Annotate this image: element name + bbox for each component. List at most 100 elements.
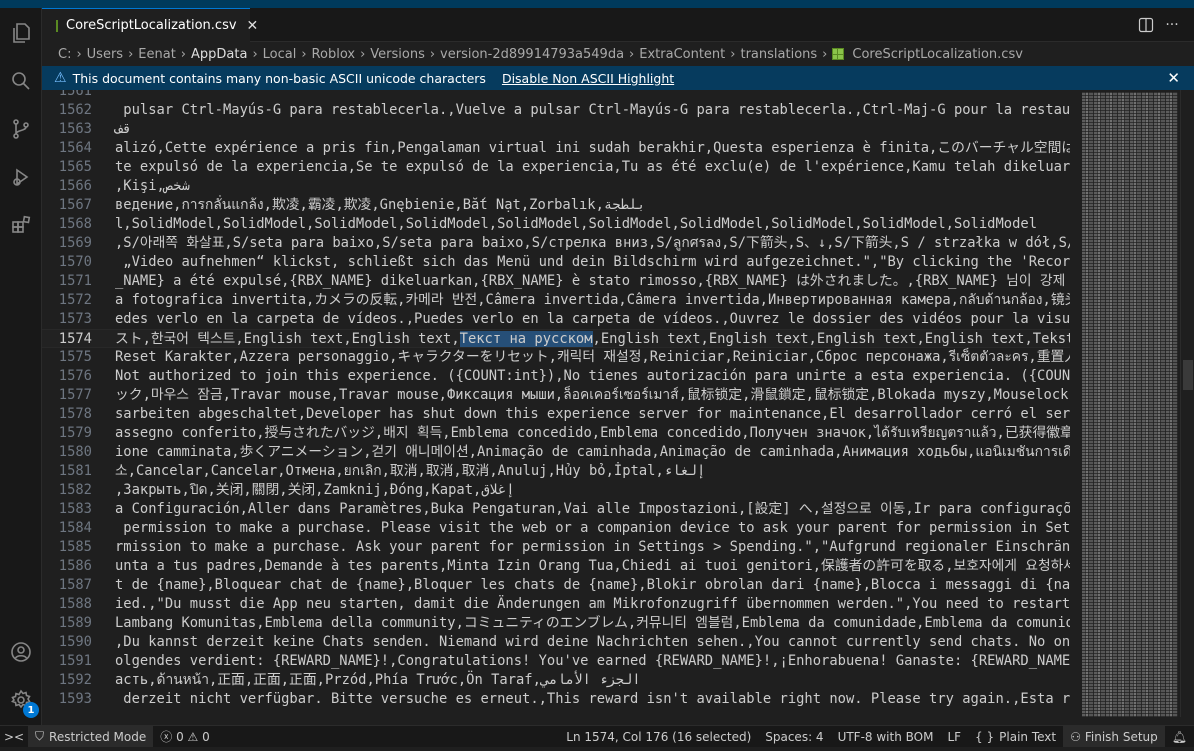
restricted-mode-label: Restricted Mode bbox=[49, 729, 147, 744]
csv-file-icon bbox=[56, 19, 58, 32]
problems-button[interactable]: ⓧ 0 ⚠ 0 bbox=[153, 726, 217, 748]
line-number: 1589 bbox=[58, 615, 92, 631]
line-number: 1591 bbox=[58, 653, 92, 669]
editor-text-area[interactable]: 1561 1562 pulsar Ctrl-Mayús-G para restab… bbox=[42, 90, 1070, 717]
disable-non-ascii-highlight-link[interactable]: Disable Non ASCII Highlight bbox=[502, 71, 674, 86]
shield-icon: ⛉ bbox=[35, 729, 45, 743]
code-line[interactable]: 1584 permission to make a purchase. Plea… bbox=[42, 519, 1070, 538]
code-line[interactable]: 1586 unta a tus padres,Demande à tes pare… bbox=[42, 557, 1070, 576]
settings-gear-icon[interactable]: 1 bbox=[5, 684, 39, 718]
line-text: olgendes verdient: {REWARD_NAME}!,Congra… bbox=[115, 653, 1070, 669]
code-line[interactable]: 1576 Not authorized to join this experien… bbox=[42, 367, 1070, 386]
code-line[interactable]: 1573 edes verlo en la carpeta de vídeos.,… bbox=[42, 310, 1070, 329]
restricted-mode-button[interactable]: ⛉ Restricted Mode bbox=[28, 725, 154, 748]
code-line[interactable]: 1589 Lambang Komunitas,Emblema della comm… bbox=[42, 614, 1070, 633]
code-line[interactable]: 1568 l,SolidModel,SolidModel,SolidModel,S… bbox=[42, 215, 1070, 234]
scrollbar-thumb[interactable] bbox=[1183, 360, 1193, 390]
breadcrumb-item[interactable]: Eenat bbox=[138, 47, 176, 62]
breadcrumb-item[interactable]: Local bbox=[263, 47, 297, 62]
tab-corescriptlocalization[interactable]: CoreScriptLocalization.csv ✕ bbox=[42, 8, 258, 42]
breadcrumb-item[interactable]: Users bbox=[87, 47, 123, 62]
warning-icon: ⚠ bbox=[187, 729, 199, 744]
line-text: ione camminata,歩くアニメーション,걷기 애니메이션,Animaç… bbox=[115, 444, 1070, 460]
line-number: 1570 bbox=[58, 254, 92, 270]
code-line[interactable]: 1566 ,Kişi,شخص bbox=[42, 177, 1070, 196]
encoding[interactable]: UTF-8 with BOM bbox=[831, 726, 941, 748]
code-line[interactable]: 1577 ック,마우스 잠금,Travar mouse,Travar mouse,… bbox=[42, 386, 1070, 405]
code-line[interactable]: 1579 assegno conferito,授与されたバッジ,배지 획득,Emb… bbox=[42, 424, 1070, 443]
code-line[interactable]: 1590 ,Du kannst derzeit keine Chats sende… bbox=[42, 633, 1070, 652]
code-line[interactable]: 1578 sarbeiten abgeschaltet,Developer has… bbox=[42, 405, 1070, 424]
indentation[interactable]: Spaces: 4 bbox=[758, 726, 830, 748]
window-bottom-edge bbox=[0, 747, 1194, 751]
code-line[interactable]: 1582 ,Закрыть,ปิด,关闭,關閉,关闭,Zamknij,Đóng,K… bbox=[42, 481, 1070, 500]
chevron-right-icon: › bbox=[76, 46, 82, 62]
extensions-icon[interactable] bbox=[5, 209, 37, 241]
code-line[interactable]: 1570 „Video aufnehmen“ klickst, schließt… bbox=[42, 253, 1070, 272]
cursor-position[interactable]: Ln 1574, Col 176 (16 selected) bbox=[559, 726, 758, 748]
line-text: te expulsó de la experiencia,Se te expul… bbox=[115, 159, 1070, 175]
finish-setup-button[interactable]: ⚇ Finish Setup bbox=[1063, 725, 1165, 748]
search-icon[interactable] bbox=[5, 65, 37, 97]
line-number: 1582 bbox=[58, 482, 92, 498]
more-actions-icon[interactable]: ··· bbox=[1161, 14, 1183, 36]
line-number: 1568 bbox=[58, 216, 92, 232]
code-line[interactable]: 1591 olgendes verdient: {REWARD_NAME}!,Co… bbox=[42, 652, 1070, 671]
remote-indicator[interactable]: >< bbox=[0, 725, 28, 748]
breadcrumb-item[interactable]: Versions bbox=[370, 47, 425, 62]
activity-bar: 1 bbox=[0, 8, 42, 725]
language-mode[interactable]: { } Plain Text bbox=[968, 726, 1063, 748]
line-text: assegno conferito,授与されたバッジ,배지 획득,Emblema… bbox=[115, 425, 1070, 441]
code-line[interactable]: 1585 rmission to make a purchase. Ask you… bbox=[42, 538, 1070, 557]
line-number: 1572 bbox=[58, 292, 92, 308]
text-selection: Текст на русском bbox=[459, 331, 593, 347]
code-line[interactable]: 1593 derzeit nicht verfügbar. Bitte vers… bbox=[42, 690, 1070, 709]
code-line[interactable]: 1571 _NAME} a été expulsé,{RBX_NAME} dike… bbox=[42, 272, 1070, 291]
line-text: ,Du kannst derzeit keine Chats senden. N… bbox=[115, 634, 1070, 650]
tab-bar: CoreScriptLocalization.csv ✕ ··· bbox=[42, 8, 1194, 42]
code-line[interactable]: 1575 Reset Karakter,Azzera personaggio,キャ… bbox=[42, 348, 1070, 367]
breadcrumb-item[interactable]: CoreScriptLocalization.csv bbox=[852, 47, 1023, 62]
end-of-line[interactable]: LF bbox=[940, 726, 968, 748]
breadcrumb-item[interactable]: translations bbox=[740, 47, 817, 62]
line-number: 1565 bbox=[58, 159, 92, 175]
code-line[interactable]: 1588 ied.,"Du musst die App neu starten, … bbox=[42, 595, 1070, 614]
code-line[interactable]: 1592 асть,ด้านหน้า,正面,正面,正面,Przód,Phía Tr… bbox=[42, 671, 1070, 690]
line-number: 1564 bbox=[58, 140, 92, 156]
line-number: 1588 bbox=[58, 596, 92, 612]
warning-count: 0 bbox=[202, 729, 210, 744]
notifications-bell-icon[interactable]: 🔔︎ bbox=[1165, 726, 1194, 748]
code-line[interactable]: 1563 قف bbox=[42, 120, 1070, 139]
code-line[interactable]: 1561 bbox=[42, 90, 1070, 101]
breadcrumb-item[interactable]: C: bbox=[58, 47, 71, 62]
code-line[interactable]: 1569 ,S/아래쪽 화살표,S/seta para baixo,S/seta … bbox=[42, 234, 1070, 253]
line-text: l,SolidModel,SolidModel,SolidModel,Solid… bbox=[115, 216, 1038, 232]
breadcrumb-item[interactable]: version-2d89914793a549da bbox=[440, 47, 624, 62]
run-debug-icon[interactable] bbox=[5, 161, 37, 193]
code-line[interactable]: 1562 pulsar Ctrl-Mayús-G para restablece… bbox=[42, 101, 1070, 120]
code-line[interactable]: 1564 alizó,Cette expérience a pris fin,Pe… bbox=[42, 139, 1070, 158]
breadcrumb-item[interactable]: ExtraContent bbox=[639, 47, 725, 62]
code-line[interactable]: 1583 a Configuración,Aller dans Paramètre… bbox=[42, 500, 1070, 519]
line-number: 1579 bbox=[58, 425, 92, 441]
status-bar: >< ⛉ Restricted Mode ⓧ 0 ⚠ 0 Ln 1574, Col… bbox=[0, 725, 1194, 748]
code-line[interactable]: 1572 a fotografica invertita,カメラの反転,카메라 반… bbox=[42, 291, 1070, 310]
vertical-scrollbar[interactable] bbox=[1180, 90, 1194, 717]
account-icon[interactable] bbox=[5, 636, 37, 668]
breadcrumb-item[interactable]: Roblox bbox=[312, 47, 356, 62]
code-line[interactable]: 1587 t de {name},Bloquear chat de {name},… bbox=[42, 576, 1070, 595]
line-text: „Video aufnehmen“ klickst, schließt sich… bbox=[115, 254, 1070, 270]
code-line[interactable]: 1565 te expulsó de la experiencia,Se te e… bbox=[42, 158, 1070, 177]
explorer-icon[interactable] bbox=[5, 17, 37, 49]
split-editor-icon[interactable] bbox=[1135, 14, 1157, 36]
line-number: 1580 bbox=[58, 444, 92, 460]
code-line[interactable]: 1574 スト,한국어 텍스트,English text,English text… bbox=[42, 329, 1070, 348]
breadcrumb-item[interactable]: AppData bbox=[191, 47, 247, 62]
minimap[interactable] bbox=[1070, 90, 1180, 717]
code-line[interactable]: 1567 ведение,การกลั่นแกล้ง,欺凌,霸凌,欺凌,Gnębi… bbox=[42, 196, 1070, 215]
code-line[interactable]: 1580 ione camminata,歩くアニメーション,걷기 애니메이션,An… bbox=[42, 443, 1070, 462]
source-control-icon[interactable] bbox=[5, 113, 37, 145]
tab-close-icon[interactable]: ✕ bbox=[247, 18, 259, 34]
banner-close-icon[interactable]: ✕ bbox=[1167, 69, 1180, 87]
code-line[interactable]: 1581 소,Cancelar,Cancelar,Отмена,ยกเลิก,取消… bbox=[42, 462, 1070, 481]
